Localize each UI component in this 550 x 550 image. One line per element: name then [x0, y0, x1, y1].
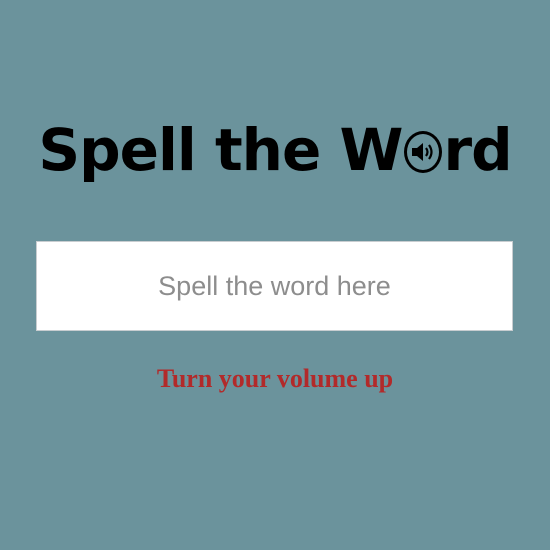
volume-hint: Turn your volume up: [156, 364, 394, 393]
speaker-volume-icon[interactable]: [404, 130, 443, 173]
spell-word-input[interactable]: [36, 241, 513, 331]
page-title: Spell the W rd: [0, 106, 550, 190]
title-prefix: Spell the W: [38, 115, 403, 184]
title-suffix: rd: [443, 115, 512, 184]
speaker-glyph: [412, 142, 434, 161]
